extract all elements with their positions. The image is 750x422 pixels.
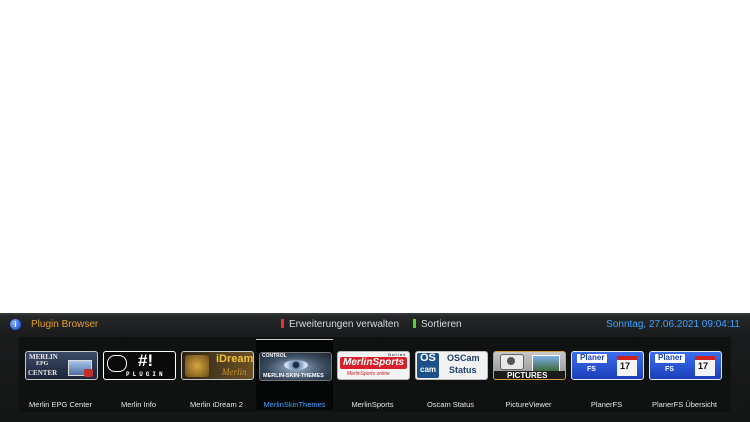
plugin-label: PlanerFS [590, 400, 623, 409]
plugin-label: PictureViewer [505, 400, 552, 409]
merlinsports-logo-icon: Online MerlinSports MerlinSports online [337, 351, 410, 380]
plugin-browser-panel: i Plugin Browser Erweiterungen verwalten… [0, 313, 750, 422]
clock: Sonntag, 27.06.2021 09:04:11 [606, 319, 740, 330]
green-key-icon [413, 319, 416, 328]
plugin-label: MerlinSkinThemes [263, 400, 326, 409]
planerfs-overview-logo-icon: Planer FS 17 [649, 351, 722, 380]
plugin-label: Merlin Info [120, 400, 156, 409]
plugin-list: MERLIN EPG CENTER Merlin EPG Center #! P… [19, 337, 731, 412]
plugin-item-merlin-epg-center[interactable]: MERLIN EPG CENTER Merlin EPG Center [22, 340, 99, 410]
plugin-label: PlanerFS Übersicht [651, 400, 718, 409]
plugin-label: Merlin iDream 2 [190, 400, 243, 409]
plugin-item-planerfs-uebersicht[interactable]: Planer FS 17 PlanerFS Übersicht [646, 340, 723, 410]
skin-themes-logo-icon: CONTROL MERLIN-SKIN-THEMES [259, 352, 332, 381]
plugin-label: Oscam Status [426, 400, 475, 409]
green-key-label: Sortieren [421, 319, 462, 330]
plugin-label: MerlinSports [351, 400, 394, 409]
merlin-epg-logo-icon: MERLIN EPG CENTER [25, 351, 98, 380]
plugin-item-merlin-idream-2[interactable]: iDream Merlin Merlin iDream 2 [178, 340, 255, 410]
green-key-hint[interactable]: Sortieren [413, 319, 462, 330]
plugin-item-merlin-info[interactable]: #! PLUGIN Merlin Info [100, 340, 177, 410]
plugin-item-planerfs[interactable]: Planer FS 17 PlanerFS [568, 340, 645, 410]
plugin-item-merlin-skin-themes[interactable]: CONTROL MERLIN-SKIN-THEMES MerlinSkinThe… [256, 339, 333, 410]
header-bar: i Plugin Browser Erweiterungen verwalten… [0, 313, 750, 337]
pictureviewer-logo-icon: PICTURES [493, 351, 566, 380]
red-key-hint[interactable]: Erweiterungen verwalten [281, 319, 399, 330]
red-key-icon [281, 319, 284, 328]
planerfs-logo-icon: Planer FS 17 [571, 351, 644, 380]
window-title: Plugin Browser [31, 319, 99, 330]
plugin-item-pictureviewer[interactable]: PICTURES PictureViewer [490, 340, 567, 410]
plugin-item-oscam-status[interactable]: OS cam OSCam Status Oscam Status [412, 340, 489, 410]
info-icon[interactable]: i [10, 319, 21, 330]
plugin-label: Merlin EPG Center [29, 400, 92, 409]
red-key-label: Erweiterungen verwalten [289, 319, 400, 330]
idream-logo-icon: iDream Merlin [181, 351, 254, 380]
merlin-info-logo-icon: #! PLUGIN [103, 351, 176, 380]
plugin-item-merlinsports[interactable]: Online MerlinSports MerlinSports online … [334, 340, 411, 410]
oscam-logo-icon: OS cam OSCam Status [415, 351, 488, 380]
